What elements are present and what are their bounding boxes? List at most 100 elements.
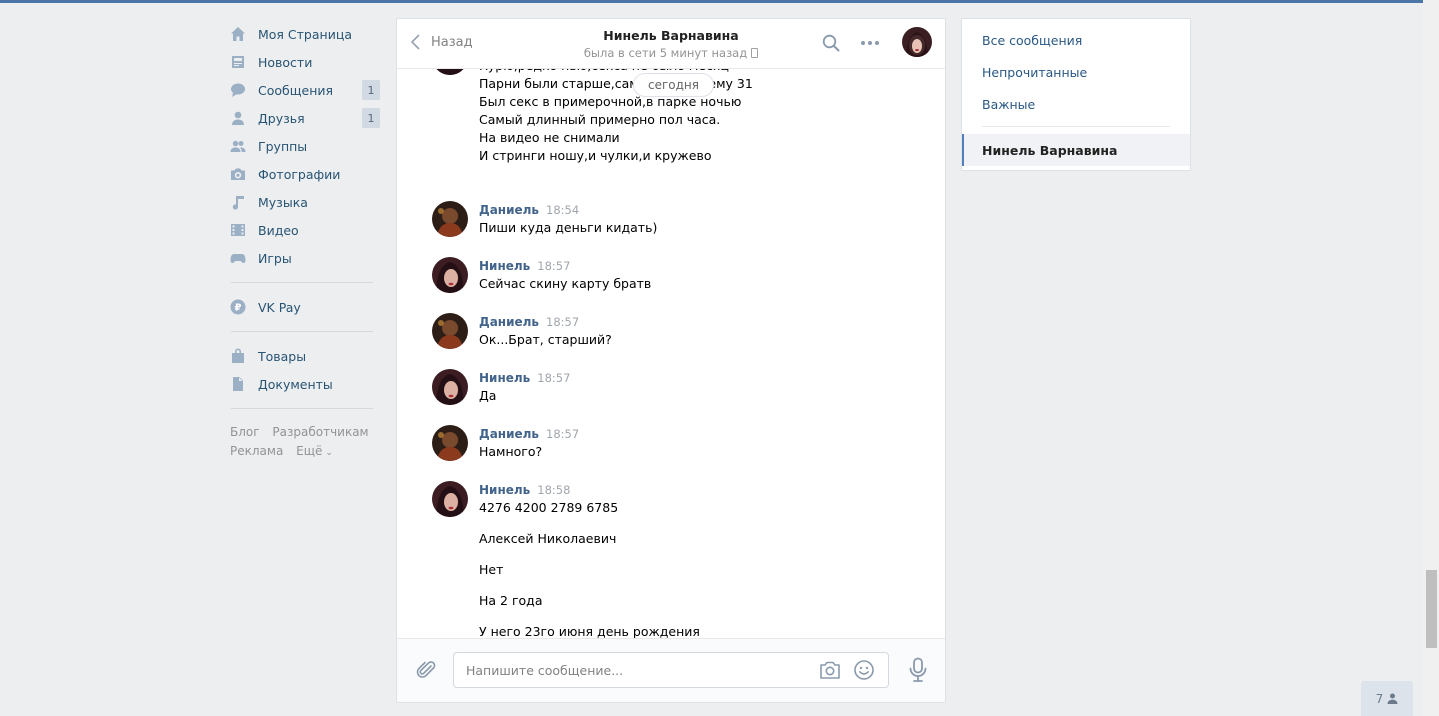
footer-blog-link[interactable]: Блог <box>230 425 260 439</box>
more-options-icon[interactable] <box>859 33 881 53</box>
messages-count-badge: 1 <box>362 80 380 100</box>
peer-avatar[interactable] <box>902 27 932 57</box>
message-header: Нинель 18:57 <box>479 371 570 385</box>
sender-avatar[interactable] <box>432 425 468 461</box>
dialog-filter-panel: Все сообщения Непрочитанные Важные Нинел… <box>961 18 1191 171</box>
message-text: И стринги ношу,и чулки,и кружево <box>479 148 712 163</box>
sidebar-item-goods[interactable]: Товары <box>230 342 380 370</box>
message-header: Нинель 18:58 <box>479 483 570 497</box>
search-icon[interactable] <box>822 34 840 52</box>
sidebar-item-groups[interactable]: Группы <box>230 132 380 160</box>
footer-more-label: Ещё <box>296 444 323 458</box>
sidebar-item-label: Видео <box>258 222 299 238</box>
sidebar-item-label: Сообщения <box>258 82 334 98</box>
message-header: Даниель 18:57 <box>479 315 579 329</box>
filter-divider <box>982 126 1170 127</box>
top-accent-bar <box>0 0 1423 3</box>
sidebar-divider <box>231 282 373 283</box>
sender-avatar[interactable] <box>432 257 468 293</box>
message-author[interactable]: Нинель <box>479 259 530 273</box>
filter-all-messages[interactable]: Все сообщения <box>982 33 1082 48</box>
gamepad-icon <box>230 250 246 266</box>
message-time: 18:57 <box>546 315 580 329</box>
sidebar-item-games[interactable]: Игры <box>230 244 380 272</box>
paperclip-icon[interactable] <box>415 659 437 681</box>
message-text: Алексей Николаевич <box>479 531 617 546</box>
footer-ads-link[interactable]: Реклама <box>230 444 283 458</box>
sidebar-item-documents[interactable]: Документы <box>230 370 380 398</box>
sidebar-item-label: Фотографии <box>258 166 341 182</box>
sender-avatar[interactable] <box>432 481 468 517</box>
message-text: Нет <box>479 562 504 577</box>
message-text: Сейчас скину карту братв <box>479 276 652 291</box>
footer-more-link[interactable]: Ещё ⌄ <box>296 444 342 458</box>
chat-panel: Назад Нинель Варнавина была в сети 5 мин… <box>396 18 946 703</box>
message-author[interactable]: Даниель <box>479 427 539 441</box>
date-divider: сегодня <box>633 73 714 97</box>
message-author[interactable]: Нинель <box>479 483 530 497</box>
message-author[interactable]: Даниель <box>479 203 539 217</box>
chevron-down-icon: ⌄ <box>325 448 333 458</box>
sidebar-divider <box>231 331 373 332</box>
news-icon <box>230 54 246 70</box>
message-time: 18:58 <box>537 483 571 497</box>
message-text: У него 23го июня день рождения <box>479 624 700 639</box>
sidebar-divider <box>231 408 373 409</box>
sender-avatar[interactable] <box>432 201 468 237</box>
sidebar-item-news[interactable]: Новости <box>230 48 380 76</box>
emoji-smile-icon[interactable] <box>853 659 875 681</box>
sender-avatar[interactable] <box>432 369 468 405</box>
sidebar-item-label: Документы <box>258 376 333 392</box>
peer-status-text: была в сети 5 минут назад <box>583 46 748 60</box>
groups-icon <box>230 138 246 154</box>
message-header: Нинель 18:57 <box>479 259 570 273</box>
message-time: 18:57 <box>537 259 571 273</box>
sidebar-item-label: Товары <box>258 348 307 364</box>
message-text: Ок...Брат, старший? <box>479 332 612 347</box>
message-author[interactable]: Нинель <box>479 371 530 385</box>
sidebar-item-label: VK Pay <box>258 299 301 315</box>
scrollbar-thumb[interactable] <box>1426 570 1437 648</box>
music-note-icon <box>230 194 246 210</box>
sidebar-item-video[interactable]: Видео <box>230 216 380 244</box>
message-text: Намного? <box>479 444 543 459</box>
filter-unread[interactable]: Непрочитанные <box>982 65 1087 80</box>
sidebar-item-music[interactable]: Музыка <box>230 188 380 216</box>
svg-text:₽: ₽ <box>235 303 242 314</box>
ruble-icon: ₽ <box>230 299 246 315</box>
sidebar-item-photos[interactable]: Фотографии <box>230 160 380 188</box>
shopping-bag-icon <box>230 348 246 364</box>
sidebar-item-label: Моя Страница <box>258 26 352 42</box>
message-time: 18:57 <box>537 371 571 385</box>
left-sidebar: Моя Страница Новости Сообщения 1 Друзья … <box>230 20 380 463</box>
message-time: 18:57 <box>546 427 580 441</box>
footer-developers-link[interactable]: Разработчикам <box>272 425 368 439</box>
friends-icon <box>230 110 246 126</box>
chat-header: Назад Нинель Варнавина была в сети 5 мин… <box>397 19 945 69</box>
sidebar-item-messages[interactable]: Сообщения 1 <box>230 76 380 104</box>
message-author[interactable]: Даниель <box>479 315 539 329</box>
video-icon <box>230 222 246 238</box>
online-friends-count: 7 <box>1375 691 1384 706</box>
online-friends-button[interactable]: 7 <box>1361 681 1413 716</box>
microphone-icon[interactable] <box>908 657 928 683</box>
sidebar-item-friends[interactable]: Друзья 1 <box>230 104 380 132</box>
camera-icon[interactable] <box>819 660 841 680</box>
friends-count-badge: 1 <box>362 108 380 128</box>
sidebar-footer: Блог Разработчикам Реклама Ещё ⌄ <box>230 423 380 463</box>
filter-important[interactable]: Важные <box>982 97 1035 112</box>
message-history[interactable]: Нинель18:53Курю,редко пью,секса не было … <box>397 55 945 641</box>
mobile-phone-icon <box>751 48 759 58</box>
sidebar-item-my-page[interactable]: Моя Страница <box>230 20 380 48</box>
sender-avatar[interactable] <box>432 313 468 349</box>
message-header: Даниель 18:54 <box>479 203 579 217</box>
message-text: На 2 года <box>479 593 543 608</box>
sidebar-item-label: Группы <box>258 138 308 154</box>
sidebar-item-label: Музыка <box>258 194 308 210</box>
message-time: 18:54 <box>546 203 580 217</box>
sidebar-item-vkpay[interactable]: ₽ VK Pay <box>230 293 380 321</box>
camera-icon <box>230 166 246 182</box>
message-text: Да <box>479 388 497 403</box>
active-dialog-item[interactable]: Нинель Варнавина <box>962 134 1190 166</box>
message-text: Самый длинный примерно пол часа. <box>479 112 721 127</box>
